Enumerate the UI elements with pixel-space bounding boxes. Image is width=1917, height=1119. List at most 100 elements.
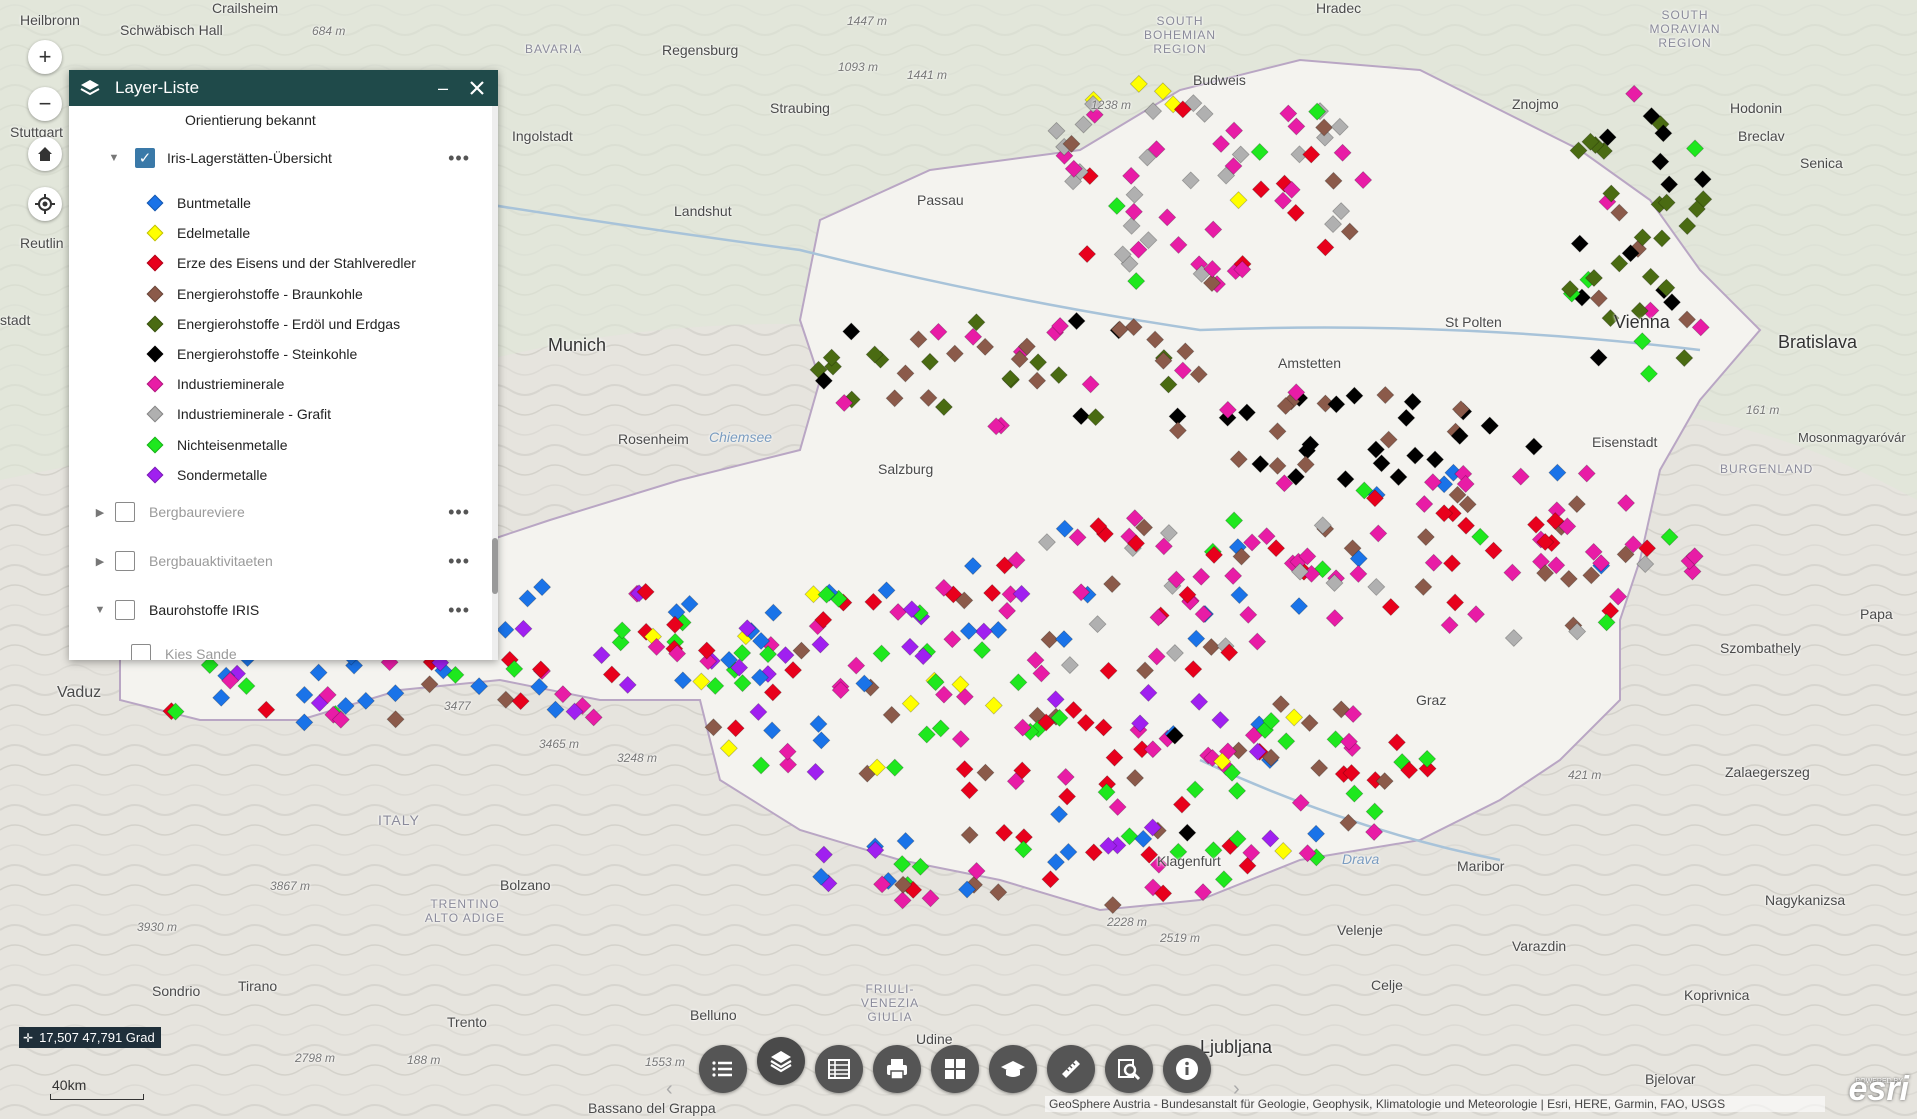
locate-icon bbox=[35, 194, 55, 214]
place-label: Maribor bbox=[1457, 858, 1505, 874]
place-label: SOUTH BOHEMIAN REGION bbox=[1143, 14, 1216, 56]
peak-label: 3930 m bbox=[137, 920, 178, 934]
place-label: Eisenstadt bbox=[1592, 434, 1658, 450]
peak-label: 2519 m bbox=[1160, 931, 1201, 945]
expand-caret-icon[interactable]: ▶ bbox=[93, 555, 107, 568]
peak-label: 161 m bbox=[1746, 403, 1780, 417]
place-label: Papa bbox=[1860, 606, 1893, 622]
place-label: Klagenfurt bbox=[1157, 853, 1221, 869]
place-label: Rosenheim bbox=[618, 431, 689, 447]
list-icon bbox=[712, 1061, 732, 1077]
query-button[interactable] bbox=[1105, 1045, 1153, 1093]
legend-item: Energierohstoffe - Braunkohle bbox=[146, 283, 498, 305]
place-label: Amstetten bbox=[1278, 355, 1342, 371]
legend-item: Energierohstoffe - Erdöl und Erdgas bbox=[146, 313, 498, 335]
place-label: Stuttgart bbox=[10, 124, 63, 140]
home-button[interactable] bbox=[28, 137, 62, 171]
layers-button[interactable] bbox=[757, 1037, 805, 1085]
legend-item: Energierohstoffe - Steinkohle bbox=[146, 343, 498, 365]
layer-item[interactable]: Kies Sande bbox=[131, 644, 498, 660]
list-button[interactable] bbox=[699, 1045, 747, 1093]
peak-label: 2228 m bbox=[1107, 915, 1148, 929]
legend-label: Energierohstoffe - Braunkohle bbox=[177, 285, 363, 302]
layer-checkbox[interactable] bbox=[131, 644, 151, 660]
place-label: Schwäbisch Hall bbox=[120, 22, 223, 38]
layer-checkbox[interactable] bbox=[115, 600, 135, 620]
layer-item[interactable]: Orientierung bekannt bbox=[185, 112, 498, 128]
legend-label: Industrieminerale - Grafit bbox=[177, 406, 332, 423]
place-label: Chiemsee bbox=[709, 429, 773, 445]
layer-checkbox[interactable]: ✓ bbox=[135, 148, 155, 168]
peak-label: 2798 m bbox=[295, 1051, 336, 1065]
layer-label: Bergbauaktivitaeten bbox=[149, 553, 273, 569]
legend-symbol-icon bbox=[146, 315, 164, 333]
measure-button[interactable] bbox=[1047, 1045, 1095, 1093]
layer-label: Orientierung bekannt bbox=[185, 112, 316, 128]
peak-label: 3477 bbox=[444, 699, 471, 713]
layer-item[interactable]: ▼ Baurohstoffe IRIS ••• bbox=[93, 600, 498, 620]
layer-item[interactable]: ▶ Bergbauaktivitaeten ••• bbox=[93, 551, 498, 571]
place-label: BURGENLAND bbox=[1720, 462, 1814, 476]
print-icon bbox=[887, 1059, 907, 1080]
peak-label: 3867 m bbox=[270, 879, 311, 893]
legend-symbol-icon bbox=[146, 466, 164, 484]
place-label: FRIULI-VENEZIA GIULIA bbox=[860, 982, 920, 1024]
place-label: Tirano bbox=[238, 978, 278, 994]
layer-label: Baurohstoffe IRIS bbox=[149, 602, 260, 618]
place-label: SOUTH MORAVIAN REGION bbox=[1649, 8, 1721, 50]
info-button[interactable] bbox=[1163, 1045, 1211, 1093]
minimize-button[interactable]: – bbox=[432, 77, 454, 99]
about-button[interactable] bbox=[989, 1045, 1037, 1093]
bottom-toolbar bbox=[699, 1037, 1221, 1093]
legend-symbol-icon bbox=[146, 254, 164, 272]
panel-body: Orientierung bekannt ▼ ✓ Iris-Lagerstätt… bbox=[69, 106, 498, 660]
legend-label: Edelmetalle bbox=[177, 225, 251, 242]
collapse-caret-icon[interactable]: ▼ bbox=[93, 604, 107, 616]
place-label: Celje bbox=[1371, 977, 1403, 993]
layer-options-icon[interactable]: ••• bbox=[448, 600, 470, 621]
place-label: Bassano del Grappa bbox=[588, 1100, 716, 1116]
peak-label: 188 m bbox=[407, 1053, 441, 1067]
legend-item: Industrieminerale - Grafit bbox=[146, 403, 498, 425]
collapse-caret-icon[interactable]: ▼ bbox=[107, 152, 121, 164]
scale-label: 40km bbox=[52, 1077, 87, 1093]
basemap-gallery-button[interactable] bbox=[931, 1045, 979, 1093]
legend-item: Industrieminerale bbox=[146, 373, 498, 395]
layer-checkbox[interactable] bbox=[115, 551, 135, 571]
coordinate-readout[interactable]: ✛ 17,507 47,791 Grad bbox=[19, 1027, 161, 1048]
layer-item[interactable]: ▶ Bergbaureviere ••• bbox=[93, 502, 498, 522]
peak-label: 1553 m bbox=[645, 1055, 686, 1069]
place-label: Munich bbox=[548, 335, 607, 355]
toolbar-prev-icon[interactable]: ‹ bbox=[666, 1078, 673, 1101]
legend-symbol-icon bbox=[146, 405, 164, 423]
locate-button[interactable] bbox=[28, 187, 62, 221]
layer-options-icon[interactable]: ••• bbox=[448, 551, 470, 572]
layer-options-icon[interactable]: ••• bbox=[448, 502, 470, 523]
layers-icon bbox=[80, 80, 100, 96]
layer-item-iris[interactable]: ▼ ✓ Iris-Lagerstätten-Übersicht ••• bbox=[107, 148, 498, 168]
legend-label: Nichteisenmetalle bbox=[177, 436, 288, 453]
legend-label: Sondermetalle bbox=[177, 466, 268, 483]
print-button[interactable] bbox=[873, 1045, 921, 1093]
zoom-in-button[interactable]: + bbox=[28, 40, 62, 74]
legend-symbol-icon bbox=[146, 285, 164, 303]
search-map-icon bbox=[1118, 1059, 1141, 1081]
panel-header: Layer-Liste – bbox=[69, 70, 498, 106]
place-label: Vaduz bbox=[57, 684, 102, 701]
zoom-out-button[interactable]: − bbox=[28, 87, 62, 121]
attribute-table-button[interactable] bbox=[815, 1045, 863, 1093]
legend-item: Edelmetalle bbox=[146, 222, 498, 244]
esri-logo: esri bbox=[1848, 1070, 1910, 1108]
close-button[interactable] bbox=[466, 77, 488, 99]
layer-label: Bergbaureviere bbox=[149, 504, 245, 520]
table-icon bbox=[828, 1059, 850, 1079]
expand-caret-icon[interactable]: ▶ bbox=[93, 506, 107, 519]
scrollbar-thumb[interactable] bbox=[492, 538, 498, 594]
legend-item: Erze des Eisens und der Stahlveredler bbox=[146, 252, 498, 274]
coordinate-text: 17,507 47,791 Grad bbox=[39, 1030, 155, 1045]
place-label: ITALY bbox=[378, 812, 420, 828]
layer-checkbox[interactable] bbox=[115, 502, 135, 522]
peak-label: 684 m bbox=[312, 24, 346, 38]
place-label: Landshut bbox=[674, 203, 732, 219]
layer-options-icon[interactable]: ••• bbox=[448, 148, 470, 169]
